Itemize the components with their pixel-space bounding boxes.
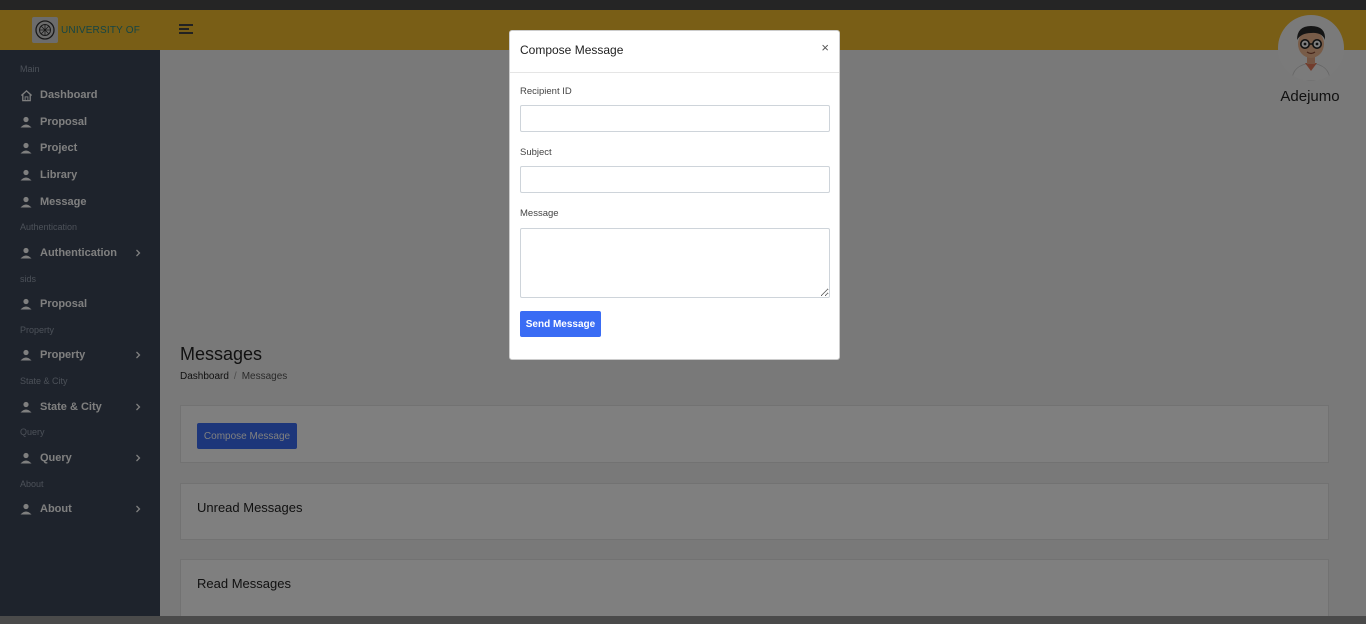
- subject-input[interactable]: [520, 166, 830, 193]
- modal-title: Compose Message: [520, 43, 624, 57]
- recipient-id-label: Recipient ID: [520, 86, 572, 97]
- close-icon[interactable]: ×: [821, 40, 829, 55]
- subject-label: Subject: [520, 147, 552, 158]
- message-textarea[interactable]: [520, 228, 830, 298]
- bottom-bar: [0, 616, 1366, 624]
- compose-message-modal: Compose Message × Recipient ID Subject M…: [509, 30, 840, 360]
- recipient-id-input[interactable]: [520, 105, 830, 132]
- send-message-button[interactable]: Send Message: [520, 311, 601, 337]
- modal-header: Compose Message ×: [510, 31, 839, 73]
- message-label: Message: [520, 208, 559, 219]
